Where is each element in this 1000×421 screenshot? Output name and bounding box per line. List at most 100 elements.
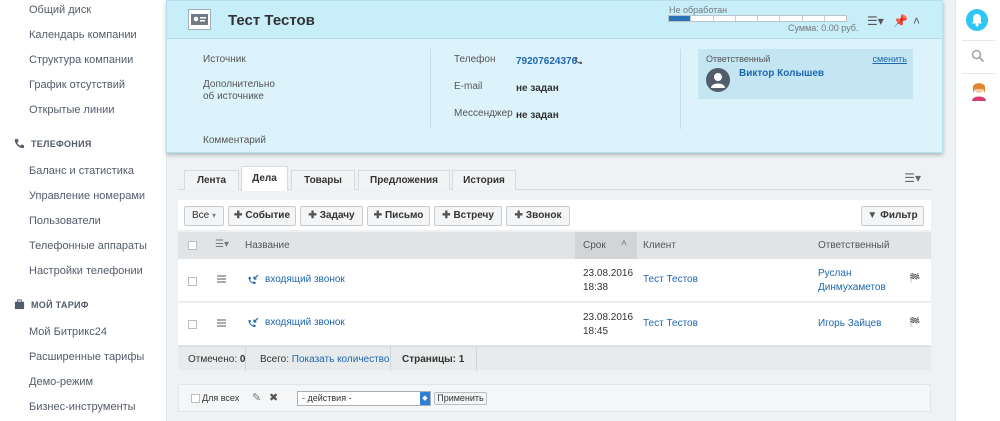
sidebar-item-open-lines[interactable]: Открытые линии (29, 104, 114, 116)
status-progress[interactable] (668, 15, 847, 22)
contact-card-icon (191, 14, 208, 25)
total-count: Всего: Показать количество (260, 354, 390, 365)
messenger-value: не задан (516, 110, 559, 121)
table-row[interactable]: входящий звонок 23.08.2016 18:38 Тест Те… (178, 259, 931, 302)
sort-asc-icon: ˄ (621, 238, 627, 249)
activity-name[interactable]: входящий звонок (265, 316, 345, 330)
sidebar-section-telephony[interactable]: ТЕЛЕФОНИЯ (14, 138, 92, 149)
change-responsible-link[interactable]: сменить (872, 54, 907, 64)
apply-button[interactable]: Применить (434, 392, 487, 405)
briefcase-icon (14, 299, 25, 310)
add-event-button[interactable]: ✚ Событие (228, 206, 296, 226)
add-task-button[interactable]: ✚ Задачу (300, 206, 363, 226)
tab-feed[interactable]: Лента (184, 170, 239, 190)
row-menu-icon[interactable] (217, 319, 226, 327)
filter-button[interactable]: ▼ Фильтр (861, 206, 924, 226)
for-all-checkbox[interactable] (191, 394, 200, 403)
complete-flag-icon[interactable]: 🏁 (909, 273, 920, 284)
row-menu-icon[interactable] (217, 275, 226, 283)
group-actions-panel: Для всех ✎ ✖ - действия - ◆ Применить (178, 384, 931, 412)
sidebar-section-label: МОЙ ТАРИФ (31, 299, 89, 310)
add-letter-button[interactable]: ✚ Письмо (367, 206, 430, 226)
tabs-menu-icon[interactable]: ☰▾ (904, 171, 921, 185)
call-icon[interactable] (574, 56, 583, 65)
row-checkbox[interactable] (188, 277, 197, 286)
select-all-checkbox[interactable] (188, 241, 197, 250)
actions-select[interactable]: - действия - ◆ (297, 391, 431, 406)
phone-value[interactable]: 79207624376 (516, 56, 577, 67)
grid-footer: Отмечено: 0 Всего: Показать количество С… (178, 346, 931, 371)
row-checkbox[interactable] (188, 320, 197, 329)
search-icon[interactable] (971, 49, 985, 63)
sidebar-section-tariff[interactable]: МОЙ ТАРИФ (14, 299, 89, 310)
sidebar-item-extended-tariffs[interactable]: Расширенные тарифы (29, 351, 144, 363)
source-label: Источник (203, 54, 246, 65)
responsible-avatar[interactable] (706, 68, 730, 92)
select-arrow-icon: ◆ (420, 392, 430, 405)
show-count-link[interactable]: Показать количество (292, 354, 390, 365)
tab-history[interactable]: История (452, 170, 516, 190)
contact-photo[interactable] (188, 9, 211, 30)
tab-activities[interactable]: Дела (241, 166, 288, 191)
activity-time: 18:45 (583, 326, 609, 337)
activity-name[interactable]: входящий звонок (265, 273, 345, 287)
delete-icon[interactable]: ✖ (269, 391, 278, 404)
sidebar-item-business-tools[interactable]: Бизнес-инструменты (29, 401, 136, 413)
add-meeting-button[interactable]: ✚ Встречу (434, 206, 502, 226)
sidebar-item-telephony-settings[interactable]: Настройки телефонии (29, 265, 143, 277)
sidebar-item-balance[interactable]: Баланс и статистика (29, 165, 134, 177)
selected-count: Отмечено: 0 (188, 354, 246, 365)
sidebar-item-number-management[interactable]: Управление номерами (29, 190, 145, 202)
funnel-icon: ▼ (867, 210, 878, 221)
column-header-name[interactable]: Название (245, 240, 290, 251)
activity-client[interactable]: Тест Тестов (643, 273, 698, 287)
user-avatar-icon[interactable] (969, 80, 989, 102)
bell-icon (972, 14, 982, 27)
add-call-button[interactable]: ✚ Звонок (506, 206, 570, 226)
filter-all-select[interactable]: Все ▾ (184, 206, 224, 226)
right-rail (955, 0, 1000, 421)
column-settings-icon[interactable]: ☰▾ (215, 239, 229, 250)
notifications-button[interactable] (966, 9, 988, 31)
sidebar-item-company-calendar[interactable]: Календарь компании (29, 29, 137, 41)
sidebar-item-demo-mode[interactable]: Демо-режим (29, 376, 93, 388)
sidebar-item-phone-devices[interactable]: Телефонные аппараты (29, 240, 147, 252)
contact-card: Тест Тестов Не обработан Сумма: 0.00 руб… (166, 0, 943, 153)
sidebar-item-users[interactable]: Пользователи (29, 215, 101, 227)
status-label: Не обработан (669, 5, 728, 15)
incoming-call-icon (248, 274, 259, 284)
activity-responsible-line1[interactable]: Руслан (818, 267, 851, 281)
for-all-label: Для всех (202, 393, 240, 403)
chevron-up-icon[interactable]: ˄ (913, 14, 920, 28)
tab-products[interactable]: Товары (291, 170, 355, 190)
grid-header: ☰▾ Название Срок ˄ Клиент Ответственный (178, 232, 931, 259)
messenger-label: Мессенджер (454, 108, 513, 119)
pin-icon[interactable]: 📌 (893, 14, 908, 28)
activity-client[interactable]: Тест Тестов (643, 317, 698, 331)
activity-date: 23.08.2016 (583, 268, 634, 279)
sidebar-item-my-bitrix[interactable]: Мой Битрикс24 (29, 326, 107, 338)
table-row[interactable]: входящий звонок 23.08.2016 18:45 Тест Те… (178, 303, 931, 346)
card-header: Тест Тестов Не обработан Сумма: 0.00 руб… (167, 1, 942, 39)
email-value: не задан (516, 83, 559, 94)
activity-time: 18:38 (583, 282, 609, 293)
responsible-label: Ответственный (706, 54, 771, 64)
responsible-name[interactable]: Виктор Колышев (739, 68, 824, 79)
column-header-responsible[interactable]: Ответственный (818, 240, 889, 251)
column-header-deadline-sorted[interactable]: Срок ˄ (575, 232, 637, 259)
sidebar-item-absence-chart[interactable]: График отсутствий (29, 79, 125, 91)
tab-offers[interactable]: Предложения (358, 170, 450, 190)
complete-flag-icon[interactable]: 🏁 (909, 317, 920, 328)
list-menu-icon[interactable]: ☰▾ (867, 14, 884, 28)
activity-responsible-line2[interactable]: Динмухаметов (818, 281, 886, 295)
sum-label: Сумма: 0.00 руб. (788, 23, 859, 33)
comment-label: Комментарий (203, 135, 266, 146)
card-title[interactable]: Тест Тестов (228, 12, 315, 29)
activities-toolbar: Все ▾ ✚ Событие ✚ Задачу ✚ Письмо ✚ Встречу … (178, 200, 931, 230)
activity-responsible-line1[interactable]: Игорь Зайцев (818, 317, 881, 331)
edit-icon[interactable]: ✎ (252, 391, 261, 404)
column-header-client[interactable]: Клиент (643, 240, 676, 251)
sidebar-item-shared-disk[interactable]: Общий диск (29, 4, 91, 16)
left-sidebar: Общий диск Календарь компании Структура … (0, 0, 167, 421)
sidebar-item-company-structure[interactable]: Структура компании (29, 54, 133, 66)
